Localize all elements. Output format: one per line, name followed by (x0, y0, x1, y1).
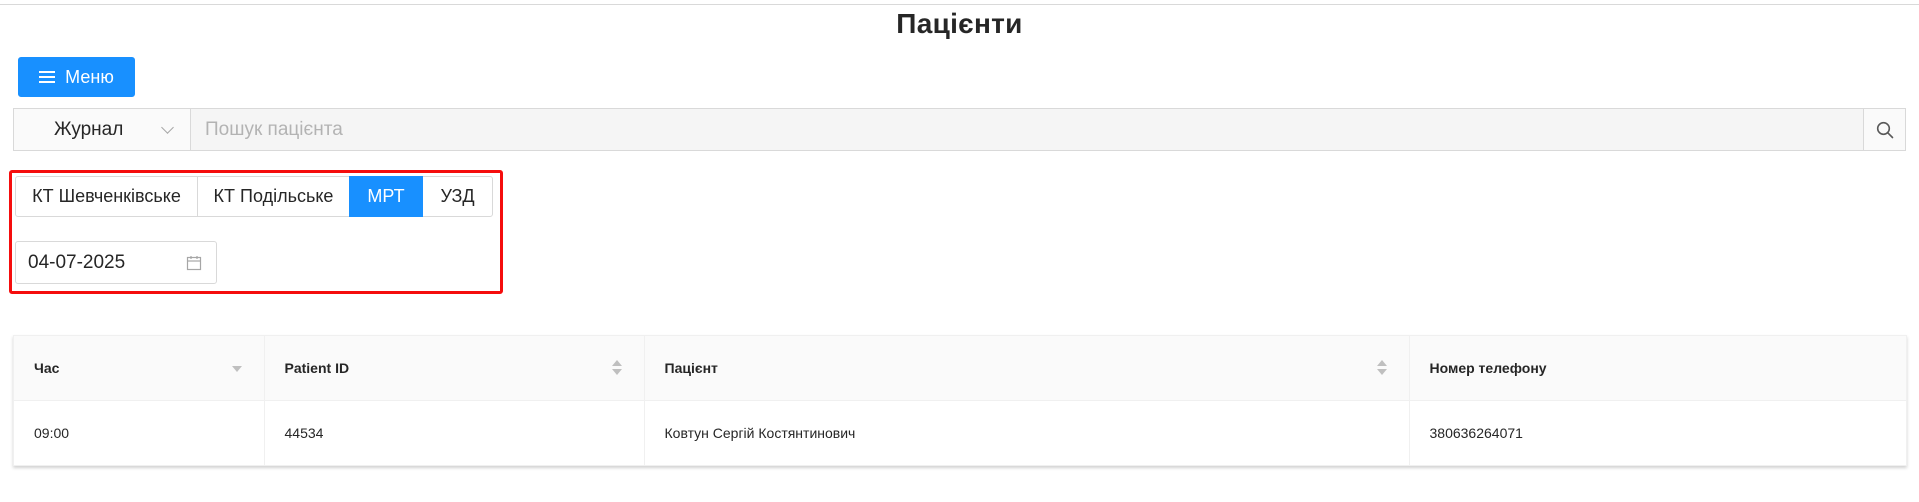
department-tabs: КТ Шевченківське КТ Подільське МРТ УЗД (15, 176, 493, 217)
calendar-icon (186, 255, 202, 270)
search-input[interactable] (190, 108, 1864, 151)
tab-uzd[interactable]: УЗД (422, 176, 493, 217)
column-header-patient[interactable]: Пацієнт (644, 336, 1410, 401)
tab-label: КТ Подільське (213, 186, 334, 206)
search-icon (1876, 121, 1893, 138)
column-label: Час (34, 359, 60, 376)
menu-button[interactable]: Меню (18, 57, 135, 97)
table-row[interactable]: 09:00 44534 Ковтун Сергій Костянтинович … (14, 400, 1906, 465)
search-button[interactable] (1864, 108, 1906, 151)
patients-table: Час Patient ID Пацієнт Номер телефону 09… (13, 335, 1907, 466)
sort-icon[interactable] (611, 360, 622, 376)
tab-mrt[interactable]: МРТ (349, 176, 423, 217)
cell-time: 09:00 (14, 400, 265, 465)
search-bar: Журнал (13, 108, 1906, 151)
cell-phone: 380636264071 (1409, 400, 1906, 465)
sort-icon[interactable] (1376, 360, 1387, 376)
date-value: 04-07-2025 (28, 251, 126, 273)
cell-patient-id: 44534 (264, 400, 645, 465)
column-header-phone: Номер телефону (1409, 336, 1906, 401)
cell-patient-name: Ковтун Сергій Костянтинович (644, 400, 1410, 465)
journal-select-value: Журнал (54, 118, 124, 140)
column-header-time[interactable]: Час (14, 336, 265, 401)
tab-kt-podilske[interactable]: КТ Подільське (197, 176, 350, 217)
filter-caret-icon[interactable] (231, 366, 242, 372)
page-title: Пацієнти (896, 8, 1023, 39)
menu-icon (39, 71, 56, 83)
date-picker[interactable]: 04-07-2025 (15, 241, 217, 284)
column-header-patient-id[interactable]: Patient ID (264, 336, 645, 401)
tab-label: МРТ (367, 186, 405, 206)
column-label: Пацієнт (664, 359, 718, 376)
tab-label: УЗД (440, 186, 475, 206)
menu-button-label: Меню (65, 66, 114, 87)
column-label: Номер телефону (1429, 359, 1547, 376)
column-label: Patient ID (284, 359, 350, 376)
chevron-down-icon (161, 120, 174, 134)
top-divider (0, 4, 1919, 5)
tab-label: КТ Шевченківське (32, 186, 181, 206)
journal-select[interactable]: Журнал (13, 108, 190, 151)
tab-kt-shevchenkivske[interactable]: КТ Шевченківське (15, 176, 198, 217)
